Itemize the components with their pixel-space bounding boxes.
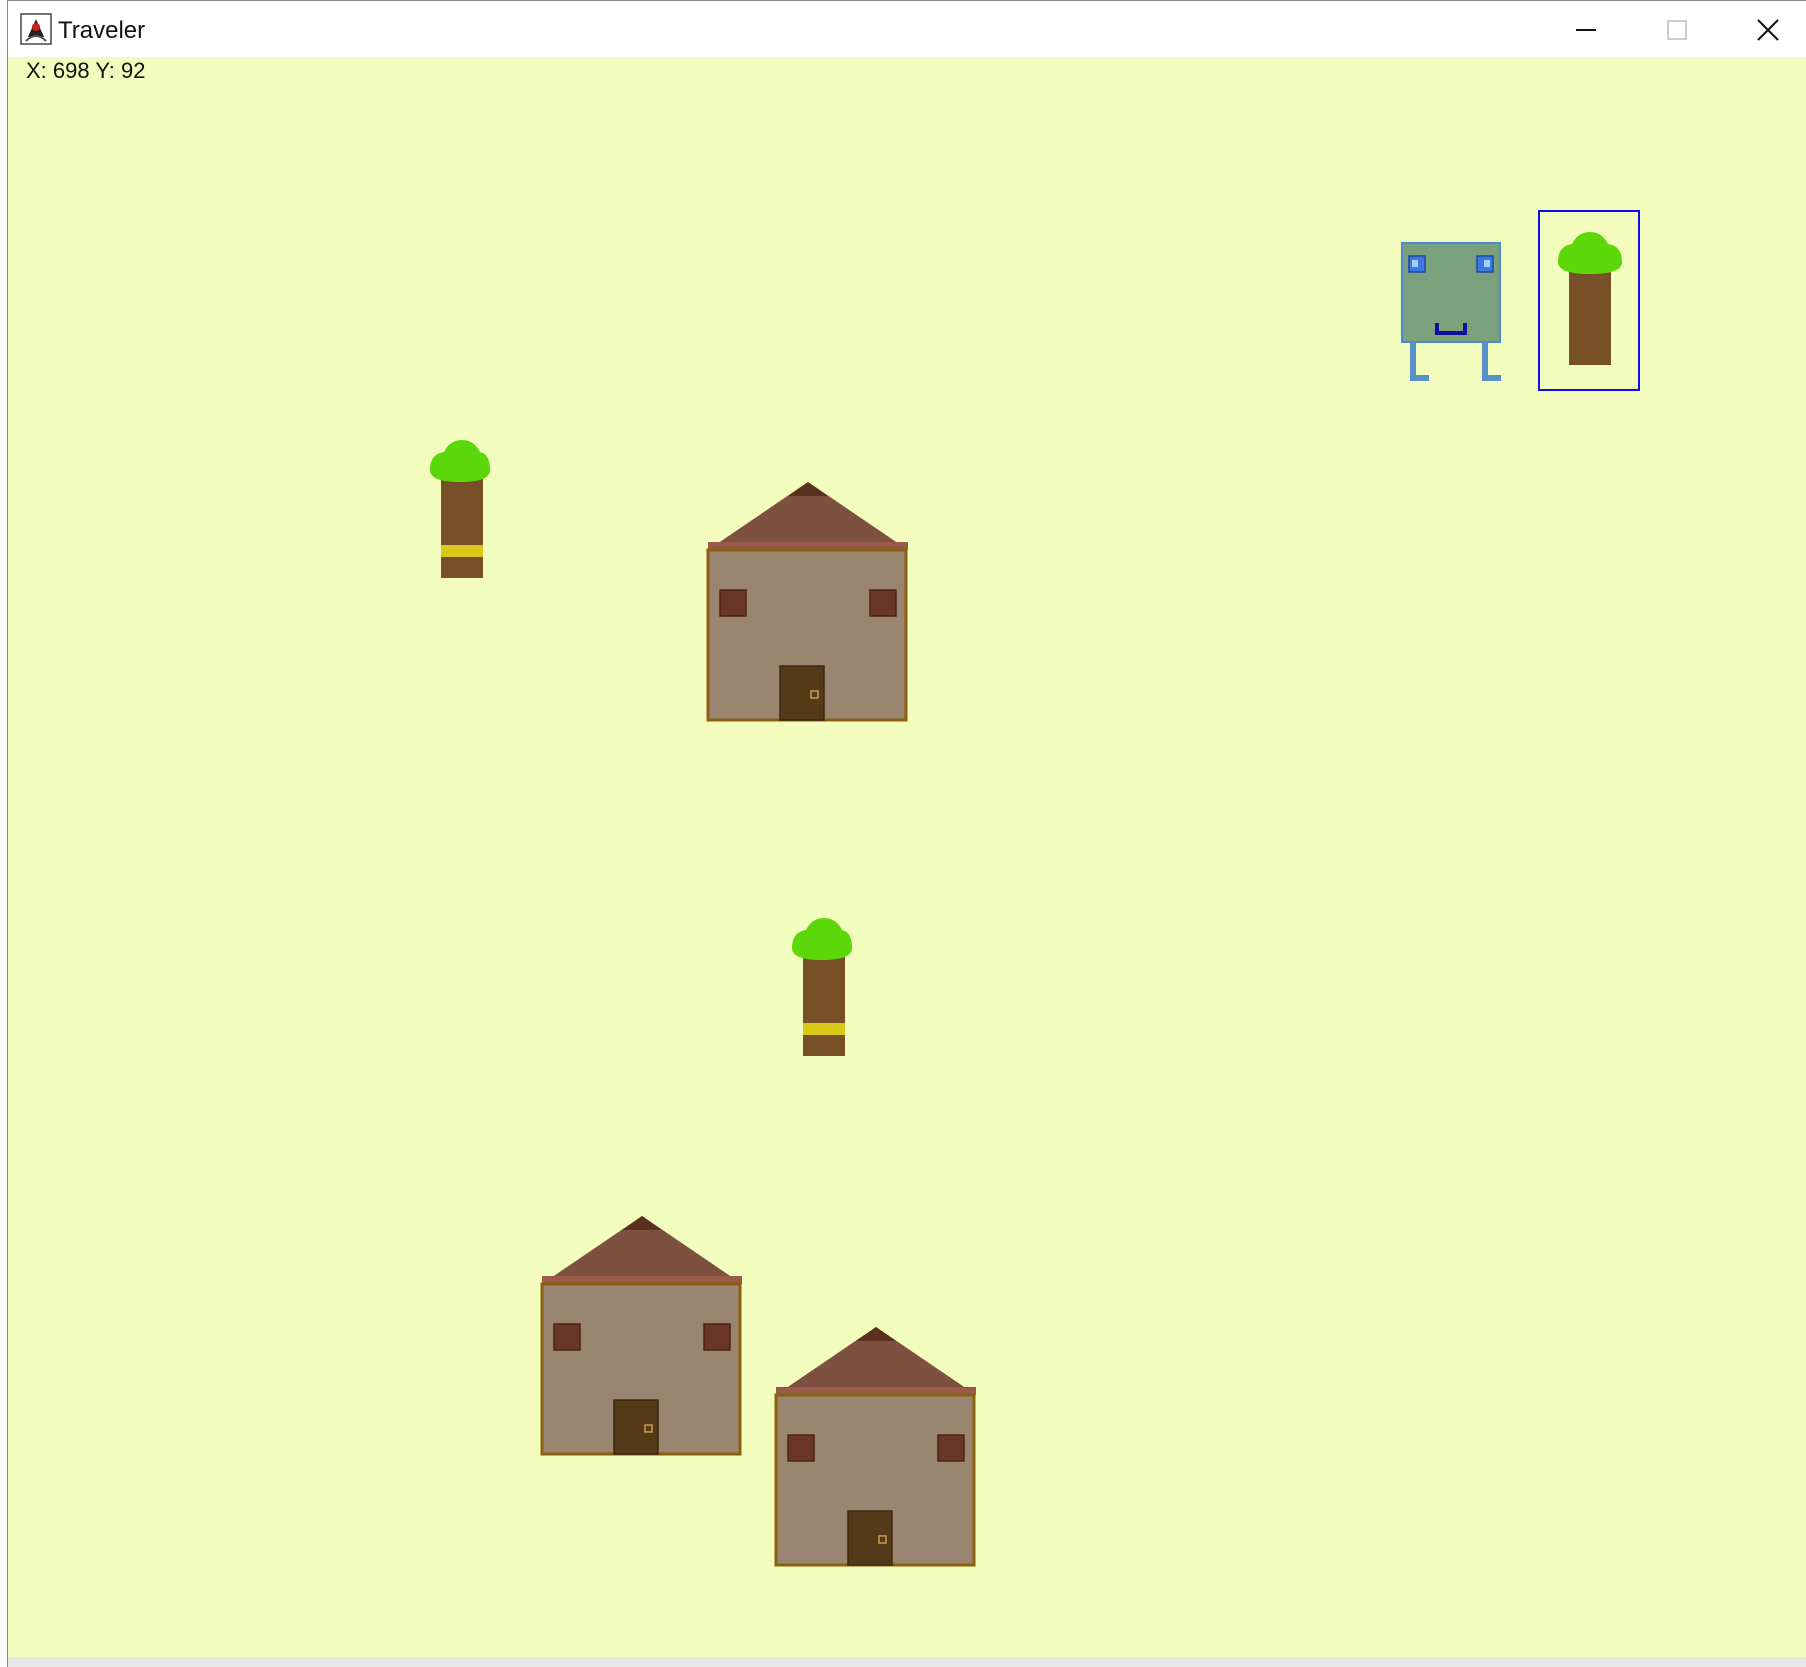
desktop-background [0,0,7,1667]
game-canvas[interactable]: X: 698 Y: 92 [8,57,1806,1657]
tree[interactable] [428,440,492,580]
title-bar[interactable]: Traveler [8,0,1806,58]
maximize-icon [1667,19,1687,40]
house[interactable] [540,1214,744,1458]
coordinates-readout: X: 698 Y: 92 [26,58,146,83]
minimize-button[interactable] [1541,1,1631,58]
house[interactable] [706,480,910,724]
tree[interactable] [790,918,854,1058]
minimize-icon [1576,28,1596,31]
selected-tree[interactable] [1538,210,1642,394]
house[interactable] [774,1325,978,1569]
java-duke-icon [20,13,52,45]
close-button[interactable] [1723,1,1806,58]
window-bottom-border [8,1657,1806,1667]
maximize-button[interactable] [1632,1,1722,58]
app-window: Traveler X: 698 Y: 92 [7,0,1806,1667]
close-icon [1757,18,1779,41]
window-title: Traveler [58,17,146,44]
player-character[interactable] [1401,242,1501,382]
